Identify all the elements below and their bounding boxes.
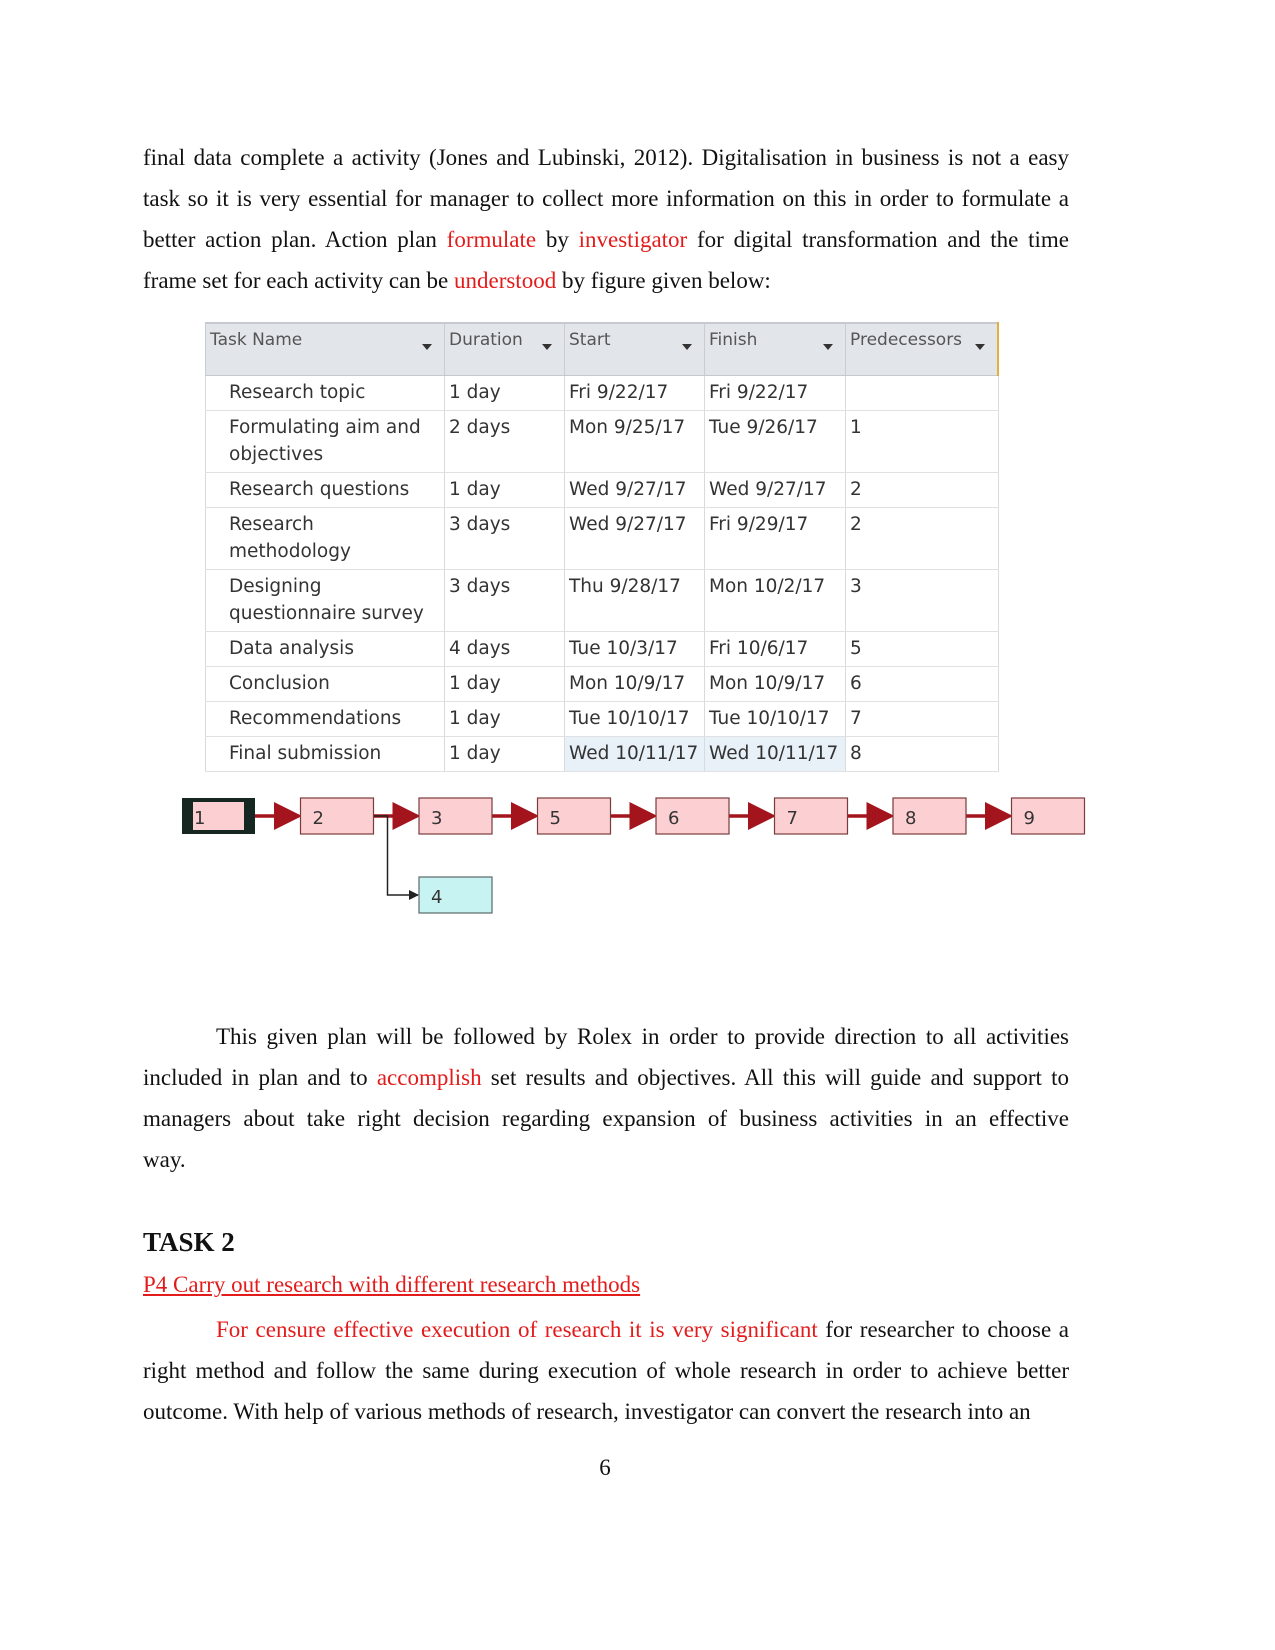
task-node	[419, 798, 492, 834]
text-run: way.	[143, 1147, 186, 1172]
text-run: managers about take right decision regar…	[143, 1106, 1069, 1131]
task-node-label: 8	[905, 808, 916, 829]
text-line: included in plan and to accomplish set r…	[143, 1057, 1069, 1098]
text-run: This given plan will be followed by Role…	[216, 1024, 1069, 1049]
body-paragraph: This given plan will be followed by Role…	[143, 1016, 1069, 1180]
highlighted-text: For censure effective execution of resea…	[216, 1317, 818, 1342]
task-node-noncritical	[419, 877, 492, 913]
task-node-label: 2	[313, 808, 324, 829]
text-line: managers about take right decision regar…	[143, 1098, 1069, 1139]
task-node-label: 4	[431, 887, 442, 908]
page-number: 6	[0, 1455, 1210, 1481]
task-node-label: 6	[668, 808, 679, 829]
text-run: outcome. With help of various methods of…	[143, 1399, 1031, 1424]
task-paragraph: For censure effective execution of resea…	[143, 1309, 1069, 1432]
text-run: for researcher to choose a	[818, 1317, 1069, 1342]
task-node-label: 1	[194, 808, 205, 829]
task-node	[1012, 798, 1085, 834]
task-node	[301, 798, 374, 834]
sub-heading: P4 Carry out research with different res…	[143, 1272, 640, 1298]
task-node-label: 7	[787, 808, 798, 829]
task-node	[893, 798, 966, 834]
network-diagram: 1 2 3 5 6 7 8 9 4	[0, 0, 1275, 960]
task-node-label: 9	[1024, 808, 1035, 829]
highlighted-text: accomplish	[377, 1065, 482, 1090]
task-node	[656, 798, 729, 834]
text-line: This given plan will be followed by Role…	[143, 1016, 1069, 1057]
text-line: outcome. With help of various methods of…	[143, 1391, 1069, 1432]
text-run: included in plan and to	[143, 1065, 377, 1090]
task-node	[775, 798, 848, 834]
text-line: For censure effective execution of resea…	[143, 1309, 1069, 1350]
text-run: right method and follow the same during …	[143, 1358, 1069, 1383]
text-line: right method and follow the same during …	[143, 1350, 1069, 1391]
task-node	[538, 798, 611, 834]
task-heading: TASK 2	[143, 1227, 235, 1258]
text-line: way.	[143, 1139, 1069, 1180]
task-node-label: 3	[431, 808, 442, 829]
task-node-label: 5	[550, 808, 561, 829]
text-run: set results and objectives. All this wil…	[482, 1065, 1069, 1090]
branch-arrow	[374, 816, 419, 895]
